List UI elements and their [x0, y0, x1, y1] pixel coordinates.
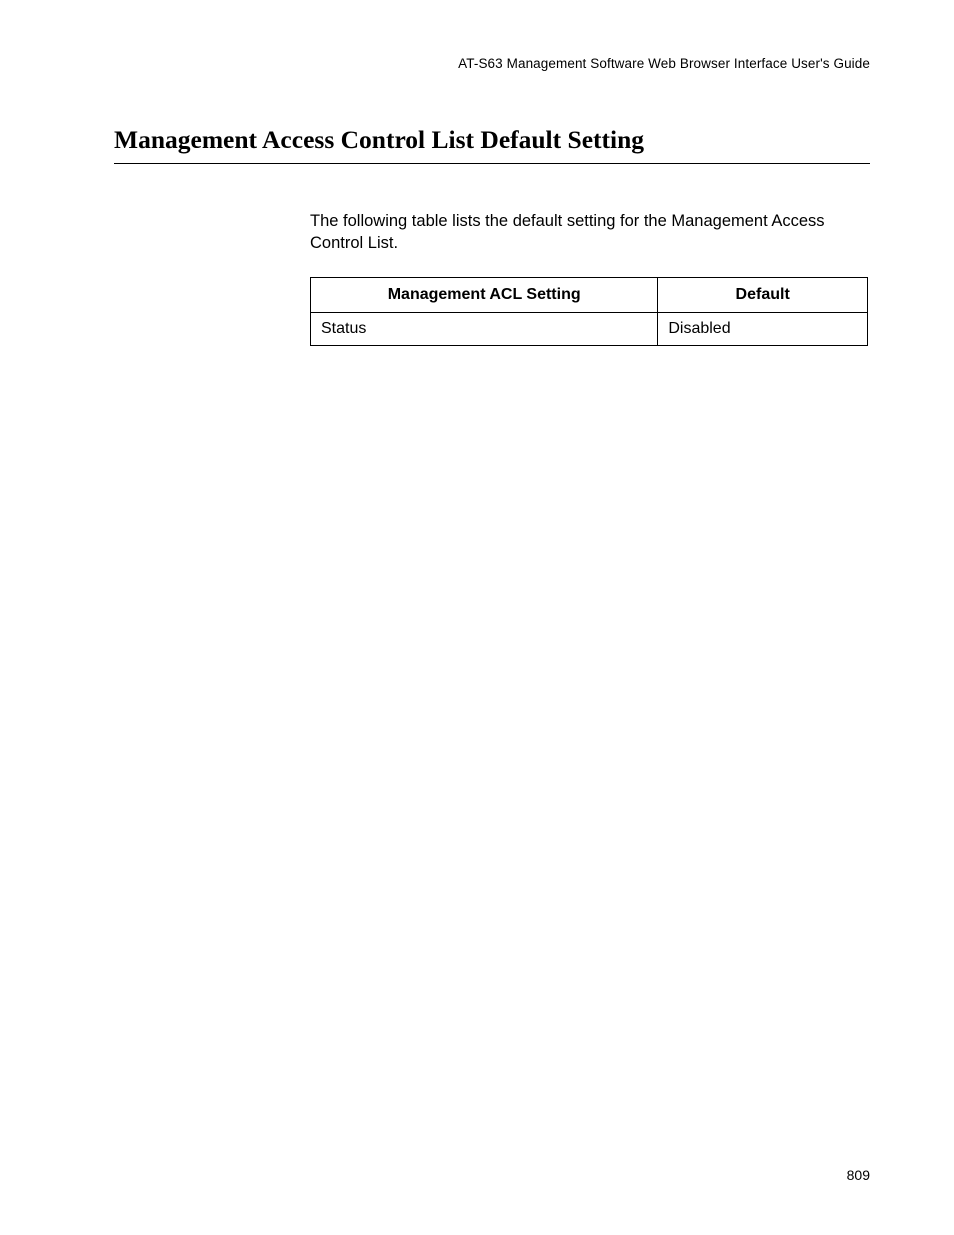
- section-heading: Management Access Control List Default S…: [114, 125, 870, 164]
- settings-table: Management ACL Setting Default Status Di…: [310, 277, 868, 346]
- table-header-row: Management ACL Setting Default: [311, 277, 868, 312]
- table-header-setting: Management ACL Setting: [311, 277, 658, 312]
- document-page: AT-S63 Management Software Web Browser I…: [0, 0, 954, 1235]
- table-cell-setting: Status: [311, 312, 658, 345]
- table-row: Status Disabled: [311, 312, 868, 345]
- content-block: The following table lists the default se…: [310, 210, 870, 346]
- intro-paragraph: The following table lists the default se…: [310, 210, 870, 255]
- table-cell-default: Disabled: [658, 312, 868, 345]
- running-header: AT-S63 Management Software Web Browser I…: [114, 56, 870, 71]
- table-header-default: Default: [658, 277, 868, 312]
- page-number: 809: [847, 1167, 870, 1183]
